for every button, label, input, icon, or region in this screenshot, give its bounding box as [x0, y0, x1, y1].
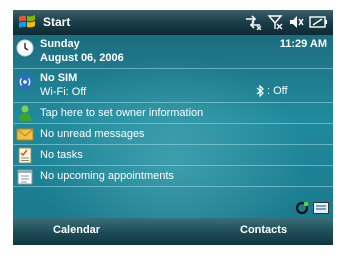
envelope-icon: [16, 128, 34, 141]
day-label: Sunday: [40, 38, 80, 50]
calendar-softkey[interactable]: Calendar: [53, 224, 100, 236]
system-tray: [295, 201, 329, 215]
owner-info-row[interactable]: Tap here to set owner information: [13, 103, 333, 124]
network-row[interactable]: No SIM Wi-Fi: Off : Off: [13, 69, 333, 103]
date-row[interactable]: Sunday August 06, 2006 11:29 AM: [13, 35, 333, 69]
appointments-row[interactable]: No upcoming appointments: [13, 166, 333, 187]
owner-info-label: Tap here to set owner information: [40, 107, 204, 119]
bluetooth-status[interactable]: : Off: [256, 85, 288, 97]
sim-status: No SIM: [40, 72, 78, 84]
windows-start-icon[interactable]: [17, 12, 37, 32]
bluetooth-icon: [256, 85, 264, 97]
status-icons: [244, 14, 327, 30]
tasks-row[interactable]: No tasks: [13, 145, 333, 166]
date-label: August 06, 2006: [40, 52, 124, 64]
wifi-status[interactable]: Wi-Fi: Off: [40, 86, 86, 98]
clock-icon: [16, 39, 34, 57]
appointments-label: No upcoming appointments: [40, 170, 174, 182]
sync-icon[interactable]: [295, 201, 309, 215]
today-screen: Sunday August 06, 2006 11:29 AM No SIM W…: [13, 35, 333, 218]
wireless-icon: [17, 74, 33, 90]
signal-off-icon[interactable]: [267, 14, 283, 30]
title-bar: Start: [13, 10, 333, 35]
input-panel-icon[interactable]: [313, 202, 329, 214]
tasks-label: No tasks: [40, 149, 83, 161]
softkey-bar: Calendar Contacts: [13, 218, 333, 245]
tasks-icon: [18, 147, 32, 164]
time-label: 11:29 AM: [279, 38, 327, 50]
connectivity-icon[interactable]: [244, 14, 262, 30]
owner-icon: [19, 105, 31, 121]
messages-label: No unread messages: [40, 128, 145, 140]
device-screen: Start Sunday August 06, 2006 11:29 AM No…: [0, 0, 340, 255]
volume-muted-icon[interactable]: [288, 14, 304, 30]
messages-row[interactable]: No unread messages: [13, 124, 333, 145]
start-menu-label[interactable]: Start: [43, 15, 70, 29]
battery-icon[interactable]: [309, 14, 327, 30]
contacts-softkey[interactable]: Contacts: [240, 224, 287, 236]
calendar-icon: [17, 169, 33, 185]
bluetooth-label: : Off: [267, 85, 288, 97]
